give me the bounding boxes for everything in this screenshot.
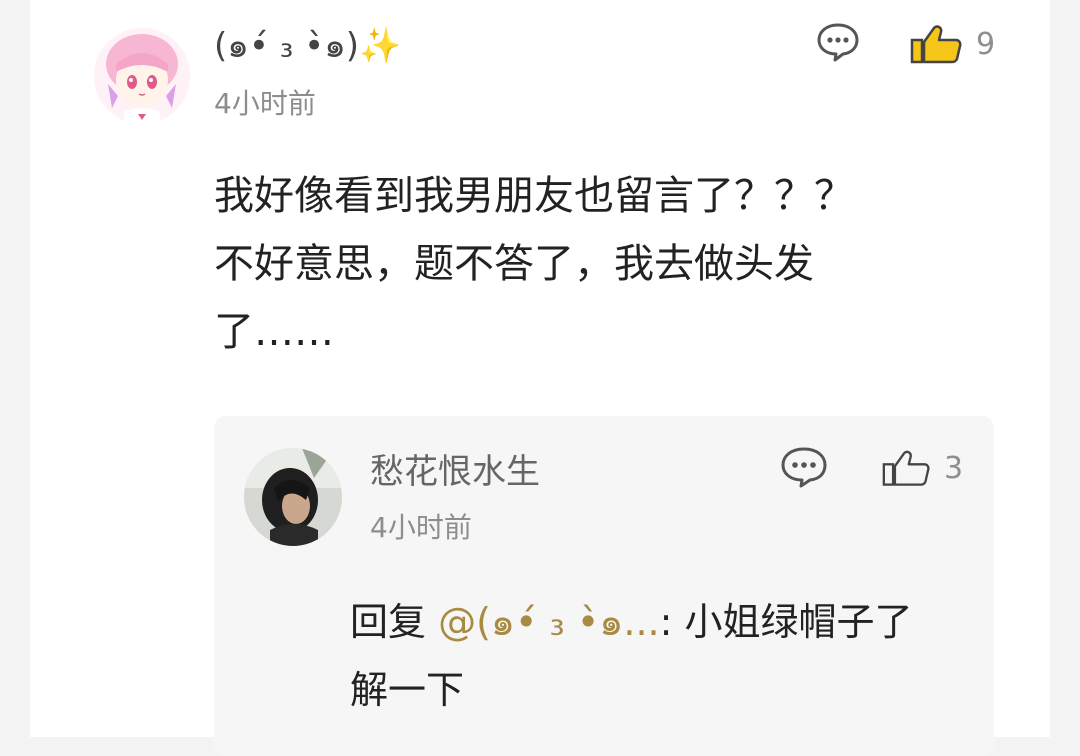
reply-body: 回复 @(๑•́ ₃ •̀๑...: 小姐绿帽子了 解一下 — [350, 588, 980, 724]
reply-timestamp: 4小时前 — [370, 511, 472, 544]
comment-page: (๑•́ ₃ •̀๑)✨ 4小时前 9 我好像看到我男朋友也留言了？？？ 不好意… — [30, 0, 1050, 756]
thumbs-up-icon — [910, 25, 962, 64]
anime-girl-avatar-icon — [94, 28, 190, 124]
reply-avatar[interactable] — [244, 448, 342, 546]
comment-like-button[interactable]: 9 — [910, 22, 995, 66]
reply-like-count: 3 — [944, 450, 964, 486]
comment-user-name-text: (๑•́ ₃ •̀๑) — [214, 26, 360, 66]
reply-comment-button[interactable] — [780, 446, 828, 488]
comment-avatar[interactable] — [94, 28, 190, 124]
comment-body-text: 我好像看到我男朋友也留言了？？？ 不好意思，题不答了，我去做头发 了…… — [214, 173, 854, 355]
thumbs-up-icon — [882, 450, 930, 486]
sparkles-icon: ✨ — [359, 26, 402, 66]
reply-user-name[interactable]: 愁花恨水生 — [370, 448, 540, 496]
reply-thread: 愁花恨水生 4小时前 3 回复 @(๑•́ ₃ •̀๑...: 小姐绿帽子了 解… — [214, 416, 994, 756]
reply-like-button[interactable]: 3 — [882, 446, 963, 490]
reply-prefix: 回复 — [350, 600, 439, 644]
comment-timestamp: 4小时前 — [214, 87, 316, 120]
comment-reply-button[interactable] — [816, 22, 860, 62]
comment-like-count: 9 — [976, 26, 996, 62]
comment-bubble-icon — [817, 23, 859, 62]
comment-bubble-icon — [781, 447, 827, 488]
comment-user-name[interactable]: (๑•́ ₃ •̀๑)✨ — [214, 24, 401, 68]
reply-mention-link[interactable]: @(๑•́ ₃ •̀๑... — [438, 600, 660, 644]
photo-avatar-icon — [244, 448, 342, 546]
